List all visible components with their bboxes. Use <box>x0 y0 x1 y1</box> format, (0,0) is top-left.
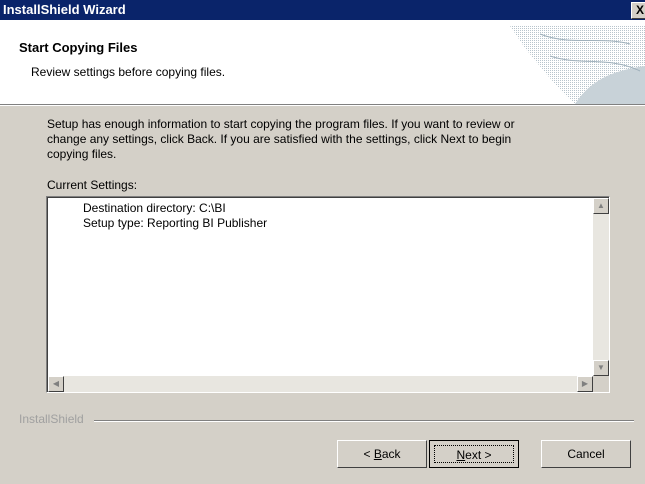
scroll-up-arrow-icon[interactable]: ▲ <box>593 198 609 214</box>
installshield-header-graphic <box>510 26 645 104</box>
settings-line-destination: Destination directory: C:\BI <box>83 201 226 215</box>
footer-divider-highlight <box>94 421 634 422</box>
next-button[interactable]: Next > <box>429 440 519 468</box>
instructions-line: Setup has enough information to start co… <box>47 117 515 131</box>
back-button[interactable]: < Back <box>337 440 427 468</box>
next-button-hotkey: N <box>456 448 466 462</box>
cancel-button[interactable]: Cancel <box>541 440 631 468</box>
instructions-line: change any settings, click Back. If you … <box>47 132 512 146</box>
next-button-label: ext > <box>465 448 492 462</box>
next-button-focus-rect: Next > <box>434 445 514 463</box>
vertical-scrollbar[interactable]: ▲ ▼ <box>593 198 609 376</box>
current-settings-label: Current Settings: <box>47 178 138 192</box>
back-button-prefix: < <box>363 447 374 461</box>
page-subtitle: Review settings before copying files. <box>31 65 226 79</box>
close-icon[interactable]: X <box>631 2 645 19</box>
scroll-left-arrow-icon[interactable]: ◀ <box>48 376 64 392</box>
current-settings-textbox[interactable]: Destination directory: C:\BI Setup type:… <box>46 196 610 393</box>
scroll-down-arrow-icon[interactable]: ▼ <box>593 360 609 376</box>
window-title: InstallShield Wizard <box>3 2 126 17</box>
back-button-hotkey: B <box>373 447 382 461</box>
instructions-text: Setup has enough information to start co… <box>47 117 607 162</box>
wizard-header: Start Copying Files Review settings befo… <box>0 20 645 104</box>
title-bar: InstallShield Wizard X <box>0 0 645 20</box>
horizontal-scrollbar[interactable]: ◀ ▶ <box>48 376 593 392</box>
settings-line-setup-type: Setup type: Reporting BI Publisher <box>83 216 268 230</box>
back-button-label: ack <box>381 447 401 461</box>
scroll-right-arrow-icon[interactable]: ▶ <box>577 376 593 392</box>
page-title: Start Copying Files <box>19 40 138 55</box>
instructions-line: copying files. <box>47 147 117 161</box>
installshield-brand-label: InstallShield <box>19 412 84 426</box>
header-divider-highlight <box>0 105 645 106</box>
scrollbar-corner <box>593 376 609 392</box>
